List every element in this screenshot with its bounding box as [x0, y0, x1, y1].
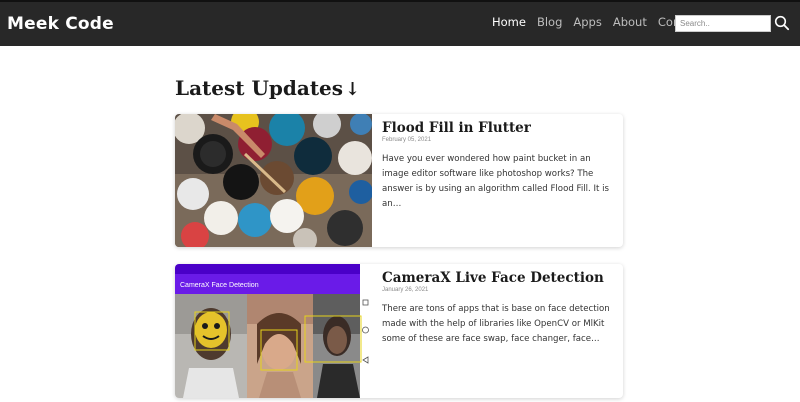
- thumbnail-app-title: CameraX Face Detection: [180, 282, 259, 289]
- post-card-body: CameraX Live Face Detection January 26, …: [382, 270, 616, 347]
- post-excerpt: Have you ever wondered how paint bucket …: [382, 154, 609, 209]
- post-date: January 26, 2021: [382, 287, 429, 293]
- search-button[interactable]: [774, 15, 790, 31]
- section-title-text: Latest Updates: [175, 76, 344, 100]
- nav-link-about[interactable]: About: [613, 15, 647, 29]
- post-title[interactable]: CameraX Live Face Detection: [382, 270, 616, 286]
- search-icon: [774, 15, 790, 31]
- post-card-body: Flood Fill in Flutter February 05, 2021 …: [382, 120, 616, 212]
- nav-link-blog[interactable]: Blog: [537, 15, 562, 29]
- post-thumbnail-face-detection[interactable]: CameraX Face Detection: [175, 264, 372, 398]
- nav-link-home[interactable]: Home: [492, 15, 526, 29]
- search-input[interactable]: [675, 15, 771, 32]
- section-title: Latest Updates ↓: [175, 76, 360, 100]
- post-title[interactable]: Flood Fill in Flutter: [382, 120, 616, 136]
- arrow-down-icon: ↓: [345, 79, 361, 100]
- brand-logo[interactable]: Meek Code: [7, 14, 114, 34]
- post-excerpt: There are tons of apps that is base on f…: [382, 304, 610, 344]
- nav-link-apps[interactable]: Apps: [573, 15, 601, 29]
- post-card[interactable]: Flood Fill in Flutter February 05, 2021 …: [175, 114, 623, 247]
- post-date: February 05, 2021: [382, 137, 432, 143]
- post-card[interactable]: CameraX Face Detection CameraX Live Face…: [175, 264, 623, 398]
- post-thumbnail-paint-buckets[interactable]: [175, 114, 372, 247]
- navbar: Meek Code Home Blog Apps About Contact: [0, 0, 800, 46]
